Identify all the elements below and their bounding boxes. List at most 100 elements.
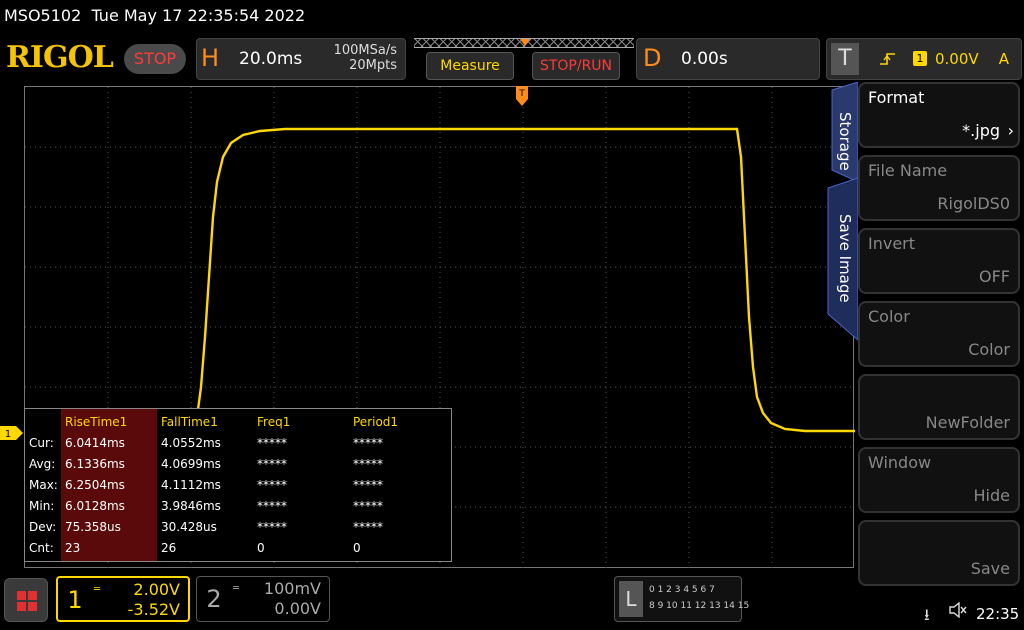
horizontal-letter: H [201, 44, 220, 72]
memory-depth: 20Mpts [349, 58, 397, 73]
measurement-value: 6.1336ms [65, 457, 125, 471]
trigger-level: 0.00V [935, 50, 979, 68]
datetime: Tue May 17 22:35:54 2022 [91, 6, 306, 25]
speaker-muted-icon[interactable] [948, 601, 968, 622]
horizontal-settings[interactable]: H 20.0ms 100MSa/s 20Mpts [196, 38, 406, 80]
window-label: Window [868, 453, 932, 472]
measurement-value: 6.2504ms [65, 478, 125, 492]
trigger-time-marker[interactable]: T [515, 86, 529, 108]
delay-value: 0.00s [681, 49, 728, 69]
logic-channels-row1: 0 1 2 3 4 5 6 7 [649, 585, 715, 595]
measurement-value: ***** [353, 457, 383, 471]
measurement-value: 26 [161, 541, 177, 555]
row-label: Cur: [29, 436, 54, 450]
measurement-value: 30.428us [161, 520, 217, 534]
row-label: Cnt: [29, 541, 54, 555]
measurement-value: 4.0699ms [161, 457, 221, 471]
delay-settings[interactable]: D 0.00s [636, 38, 820, 80]
chevron-right-icon: › [1007, 121, 1014, 140]
ch1-ground-marker[interactable]: 1 [0, 425, 24, 440]
trigger-source: 1 [913, 51, 927, 66]
sample-rate: 100MSa/s [333, 43, 397, 58]
column-header: Period1 [353, 415, 399, 429]
trigger-position-marker [520, 39, 530, 46]
usb-icon: ⭳ [924, 605, 930, 624]
color-button[interactable]: Color Color [858, 301, 1020, 367]
column-header: FallTime1 [161, 415, 218, 429]
row-label: Dev: [29, 520, 57, 534]
format-value: *.jpg [962, 121, 1000, 140]
invert-value: OFF [979, 267, 1010, 286]
measurement-value: 3.9846ms [161, 499, 221, 513]
row-label: Max: [29, 478, 58, 492]
trigger-letter: T [831, 43, 859, 75]
rising-edge-icon [879, 51, 897, 71]
model-name: MSO5102 [4, 6, 82, 25]
measurement-value: ***** [353, 478, 383, 492]
window-button[interactable]: Window Hide [858, 447, 1020, 513]
run-state-indicator[interactable]: STOP [124, 44, 186, 74]
logic-channels-row2: 8 9 10 11 12 13 14 15 [649, 601, 750, 611]
measurement-value: ***** [257, 520, 287, 534]
measurement-value: ***** [257, 457, 287, 471]
logic-letter: L [619, 581, 643, 617]
column-header: Freq1 [257, 415, 291, 429]
file-name-value: RigolDS0 [937, 194, 1010, 213]
measurement-value: ***** [353, 436, 383, 450]
save-button[interactable]: Save [858, 520, 1020, 586]
dc-coupling-icon: ═ [233, 583, 240, 594]
logic-analyzer-settings[interactable]: L 0 1 2 3 4 5 6 7 8 9 10 11 12 13 14 15 [614, 576, 749, 622]
measurement-value: 4.1112ms [161, 478, 221, 492]
column-header: RiseTime1 [65, 415, 128, 429]
channel-1-settings[interactable]: 1 ═ 2.00V -3.52V [56, 576, 190, 622]
svg-text:T: T [518, 89, 525, 99]
ch1-number: 1 [67, 586, 83, 614]
tab-save-image[interactable]: Save Image [832, 214, 854, 314]
freq-column: Freq1 ***** ***** ***** ***** ***** 0 [253, 409, 349, 561]
trigger-mode: A [998, 50, 1009, 68]
row-label: Min: [29, 499, 55, 513]
ch2-number: 2 [206, 585, 222, 613]
ch1-scale: 2.00V [133, 580, 180, 599]
rigol-logo: RIGOL [6, 40, 114, 75]
measurement-value: 0 [257, 541, 265, 555]
measurement-value: ***** [353, 499, 383, 513]
ch1-marker-label: 1 [5, 429, 11, 440]
falltime-column: FallTime1 4.0552ms 4.0699ms 4.1112ms 3.9… [157, 409, 253, 561]
save-value: Save [970, 559, 1010, 578]
clock: 22:35 [976, 605, 1020, 623]
channel-2-settings[interactable]: 2 ═ 100mV 0.00V [196, 576, 330, 622]
measurement-value: ***** [257, 499, 287, 513]
sample-rate-info: 100MSa/s 20Mpts [334, 43, 397, 73]
period-column: Period1 ***** ***** ***** ***** ***** 0 [349, 409, 449, 561]
stop-run-button[interactable]: STOP/RUN [532, 52, 620, 80]
status-bar: MSO5102 Tue May 17 22:35:54 2022 [0, 0, 1024, 32]
trigger-settings[interactable]: T 1 0.00V A [826, 38, 1022, 80]
measurement-value: ***** [257, 478, 287, 492]
window-value: Hide [973, 486, 1010, 505]
new-folder-value: NewFolder [925, 413, 1010, 432]
measurement-value: 0 [353, 541, 361, 555]
new-folder-button[interactable]: NewFolder [858, 374, 1020, 440]
row-label: Avg: [29, 457, 56, 471]
file-name-button[interactable]: File Name RigolDS0 [858, 155, 1020, 221]
side-menu: Format *.jpg › File Name RigolDS0 Invert… [858, 82, 1022, 590]
measurement-table: Cur: Avg: Max: Min: Dev: Cnt: RiseTime1 … [24, 408, 452, 562]
main-menu-button[interactable] [4, 578, 48, 622]
invert-label: Invert [868, 234, 916, 253]
timebase-value: 20.0ms [239, 49, 303, 69]
measure-button[interactable]: Measure [426, 52, 514, 80]
grid-menu-icon [17, 591, 37, 611]
file-name-label: File Name [868, 161, 948, 180]
ch1-waveform [195, 127, 855, 433]
ch2-offset: 0.00V [274, 599, 321, 618]
format-label: Format [868, 88, 925, 107]
invert-button[interactable]: Invert OFF [858, 228, 1020, 294]
measurement-value: 75.358us [65, 520, 121, 534]
measurement-value: 4.0552ms [161, 436, 221, 450]
format-button[interactable]: Format *.jpg › [858, 82, 1020, 148]
ch2-scale: 100mV [263, 579, 321, 598]
tab-storage[interactable]: Storage [832, 112, 854, 182]
measurement-value: 6.0414ms [65, 436, 125, 450]
color-value: Color [968, 340, 1010, 359]
